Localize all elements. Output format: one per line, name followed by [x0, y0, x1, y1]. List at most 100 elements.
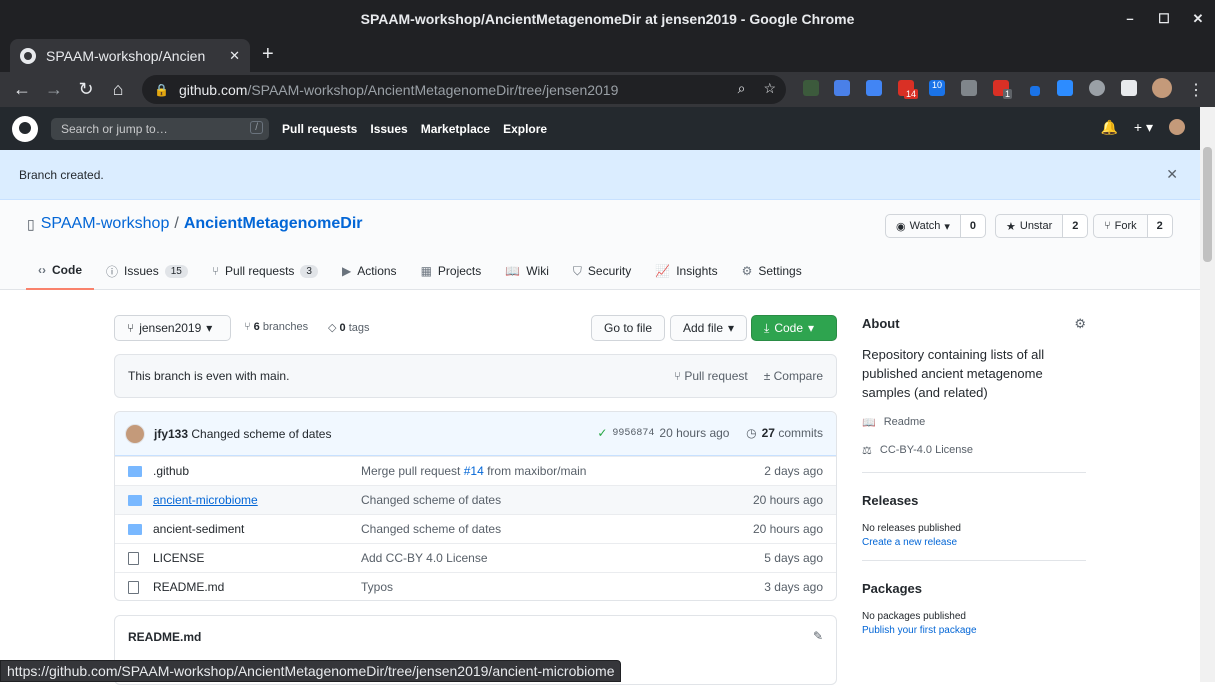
releases-heading[interactable]: Releases [862, 493, 1086, 508]
tags-link[interactable]: ◇ 0 tags [328, 321, 370, 334]
file-row[interactable]: ancient-microbiome Changed scheme of dat… [115, 485, 836, 514]
pull-request-link[interactable]: ⑂ Pull request [674, 369, 748, 383]
flash-close-icon[interactable]: ✕ [1166, 166, 1178, 183]
lock-icon[interactable]: 🔒 [154, 83, 169, 97]
extension-paypal-icon[interactable] [803, 80, 819, 96]
nav-issues[interactable]: Issues [370, 122, 407, 136]
notifications-bell-icon[interactable]: 🔔 [1100, 119, 1117, 136]
browser-menu-icon[interactable]: ⋮ [1188, 80, 1204, 100]
tab-security[interactable]: ⛉ Security [561, 252, 643, 290]
file-name[interactable]: .github [153, 464, 361, 478]
tab-issues[interactable]: ⓘ Issues 15 [94, 252, 200, 290]
extension-gear-icon[interactable] [1089, 80, 1105, 96]
watch-button[interactable]: ◉ Watch ▾ [885, 214, 961, 238]
zoom-icon[interactable]: ⌕ [738, 80, 746, 97]
file-commit-message[interactable]: Changed scheme of dates [361, 493, 501, 507]
browser-tab[interactable]: SPAAM-workshop/Ancien ✕ [10, 39, 250, 72]
tab-wiki[interactable]: 📖 Wiki [493, 252, 561, 290]
home-icon[interactable]: ⌂ [102, 79, 134, 100]
file-name[interactable]: README.md [153, 580, 361, 594]
readme-link[interactable]: 📖 Readme [862, 416, 1086, 429]
compare-link[interactable]: ± Compare [764, 369, 823, 383]
maximize-icon[interactable]: ☐ [1147, 0, 1181, 37]
watch-count[interactable]: 0 [960, 214, 987, 238]
file-commit-message[interactable]: Merge pull request #14 from maxibor/main [361, 464, 586, 478]
watch-label: Watch [909, 220, 941, 232]
extension-zoom-icon[interactable] [1057, 80, 1073, 96]
extension-translate-icon[interactable] [866, 80, 882, 96]
file-name[interactable]: LICENSE [153, 551, 361, 565]
tab-close-icon[interactable]: ✕ [229, 48, 240, 64]
nav-pull-requests[interactable]: Pull requests [282, 122, 357, 136]
add-file-button[interactable]: Add file ▾ [670, 315, 748, 341]
fork-count[interactable]: 2 [1147, 214, 1173, 238]
scrollbar-thumb[interactable] [1203, 147, 1212, 262]
latest-commit-bar: jfy133 Changed scheme of dates ✓ 9956874… [115, 412, 836, 456]
about-settings-gear-icon[interactable]: ⚙ [1074, 316, 1086, 332]
file-row[interactable]: ancient-sediment Changed scheme of dates… [115, 514, 836, 543]
readme-title[interactable]: README.md [128, 630, 201, 644]
extensions-puzzle-icon[interactable] [1121, 80, 1137, 96]
file-commit-message[interactable]: Changed scheme of dates [361, 522, 501, 536]
file-row[interactable]: README.md Typos 3 days ago [115, 572, 836, 601]
minimize-icon[interactable]: – [1113, 0, 1147, 37]
tab-projects[interactable]: ▦ Projects [409, 252, 494, 290]
author-avatar[interactable] [125, 423, 145, 444]
pr-link[interactable]: #14 [464, 464, 484, 478]
go-to-file-button[interactable]: Go to file [591, 315, 666, 341]
license-link[interactable]: ⚖ CC-BY-4.0 License [862, 444, 1086, 457]
edit-pencil-icon[interactable]: ✎ [813, 629, 823, 643]
repo-name-link[interactable]: AncientMetagenomeDir [184, 215, 363, 233]
extension-docs-icon[interactable] [834, 80, 850, 96]
file-row[interactable]: .github Merge pull request #14 from maxi… [115, 456, 836, 485]
tab-insights[interactable]: 📈 Insights [643, 252, 729, 290]
tab-pull-requests[interactable]: ⑂ Pull requests 3 [200, 252, 330, 290]
book-icon: 📖 [862, 417, 876, 429]
file-name[interactable]: ancient-microbiome [153, 493, 361, 507]
user-avatar-menu[interactable] [1169, 119, 1185, 135]
extension-pen-icon[interactable] [1030, 86, 1040, 96]
star-count[interactable]: 2 [1063, 214, 1089, 238]
file-row[interactable]: LICENSE Add CC-BY 4.0 License 5 days ago [115, 543, 836, 572]
create-new-plus-icon[interactable]: + ▾ [1134, 119, 1153, 136]
forward-icon[interactable]: → [38, 79, 70, 100]
create-release-link[interactable]: Create a new release [862, 537, 957, 548]
commit-author[interactable]: jfy133 [154, 427, 188, 441]
nav-explore[interactable]: Explore [503, 122, 547, 136]
file-name[interactable]: ancient-sediment [153, 522, 361, 536]
tab-security-label: Security [587, 264, 632, 278]
file-commit-message[interactable]: Typos [361, 580, 393, 594]
extension-calendar-icon[interactable]: 10 [929, 80, 945, 96]
window-titlebar: SPAAM-workshop/AncientMetagenomeDir at j… [0, 0, 1215, 37]
extension-notes-icon[interactable] [961, 80, 977, 96]
file-commit-message[interactable]: Add CC-BY 4.0 License [361, 551, 488, 565]
github-logo-icon[interactable] [12, 115, 38, 142]
reload-icon[interactable]: ↻ [70, 79, 102, 100]
nav-marketplace[interactable]: Marketplace [421, 122, 490, 136]
branch-select-button[interactable]: ⑂ jensen2019 ▾ [114, 315, 231, 341]
search-input[interactable]: Search or jump to… / [51, 117, 269, 140]
code-download-button[interactable]: ⤓ Code ▾ [751, 315, 837, 341]
commit-message[interactable]: Changed scheme of dates [191, 427, 331, 441]
check-icon[interactable]: ✓ [597, 426, 607, 440]
tab-settings[interactable]: ⚙ Settings [730, 252, 814, 290]
publish-package-link[interactable]: Publish your first package [862, 625, 977, 636]
tab-code[interactable]: ‹› Code [26, 252, 94, 290]
commit-sha[interactable]: 9956874 [612, 428, 654, 439]
repo-icon: ▯ [27, 215, 35, 232]
new-tab-button[interactable]: + [262, 43, 274, 66]
bookmark-star-icon[interactable]: ☆ [763, 80, 776, 97]
close-window-icon[interactable]: ✕ [1181, 0, 1215, 37]
unstar-button[interactable]: ★ Unstar [995, 214, 1064, 238]
branches-link[interactable]: ⑂ 6 branches [244, 321, 308, 333]
packages-heading[interactable]: Packages [862, 581, 1086, 596]
page-scrollbar[interactable] [1200, 107, 1215, 682]
repo-owner-link[interactable]: SPAAM-workshop [41, 215, 170, 233]
profile-avatar[interactable] [1152, 78, 1172, 98]
commits-count: 27 [761, 426, 775, 440]
back-icon[interactable]: ← [6, 79, 38, 100]
address-bar[interactable]: 🔒 github.com/SPAAM-workshop/AncientMetag… [142, 75, 786, 104]
fork-button[interactable]: ⑂ Fork [1093, 214, 1148, 238]
commits-link[interactable]: 27 commits [762, 426, 823, 440]
tab-actions[interactable]: ▶ Actions [330, 252, 409, 290]
